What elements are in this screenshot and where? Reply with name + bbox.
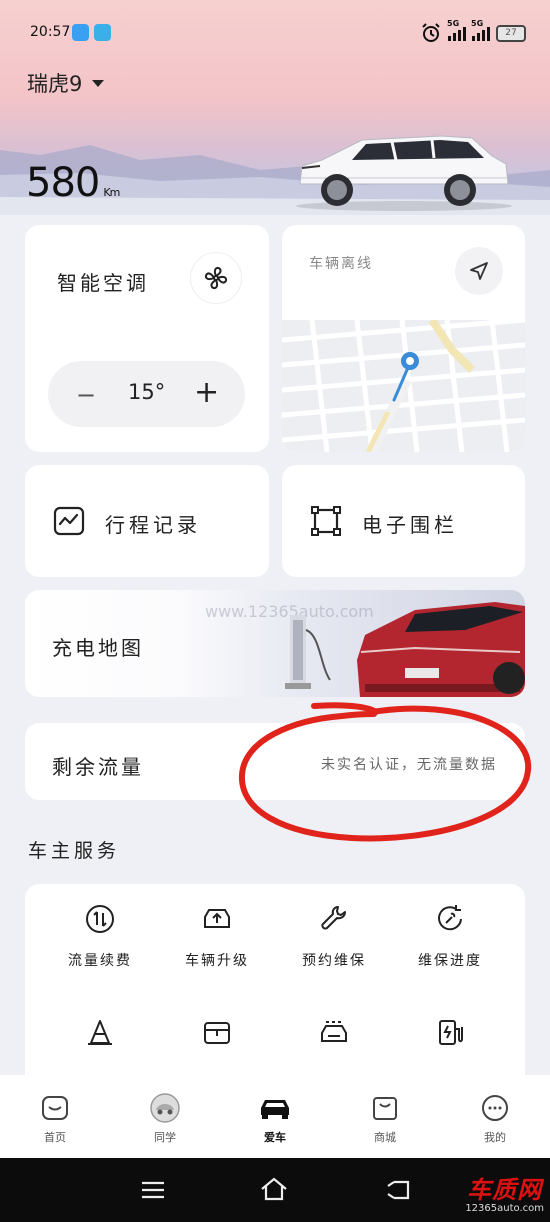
tab-label: 同学 [154, 1131, 176, 1144]
alarm-icon [422, 23, 440, 42]
bottom-tab-bar: 首页 同学 爱车 商城 我的 [0, 1075, 550, 1158]
remaining-data-label: 剩余流量 [52, 755, 144, 779]
charging-map-card[interactable]: 充电地图 www.12365auto.com [25, 590, 525, 697]
owner-services-title: 车主服务 [28, 840, 121, 862]
site-url-text: 12365auto.com [465, 1203, 544, 1214]
map-thumbnail [282, 320, 525, 452]
app-notification-icon [94, 24, 111, 41]
location-card[interactable]: 车辆离线 [282, 225, 525, 452]
system-navigation-bar: 车质网 12365auto.com [0, 1158, 550, 1222]
remaining-data-value: 未实名认证，无流量数据 [321, 757, 497, 773]
home-button-icon[interactable] [258, 1176, 290, 1202]
tab-label: 爱车 [264, 1131, 286, 1144]
climate-title: 智能空调 [57, 271, 149, 295]
cone-icon [88, 1020, 112, 1045]
car-wash-icon [321, 1021, 347, 1042]
signal-icon: 5G [447, 19, 466, 41]
tab-label: 我的 [484, 1131, 506, 1144]
temp-decrease-button[interactable]: − [76, 381, 96, 409]
vehicle-name: 瑞虎9 [27, 72, 83, 96]
tab-my-car[interactable]: 爱车 [235, 1091, 315, 1145]
service-car-upgrade[interactable]: 车辆升级 [158, 902, 276, 970]
service-label: 预约维保 [302, 953, 366, 969]
service-item-7[interactable] [275, 1016, 393, 1064]
network-type: 5G [447, 19, 460, 28]
vehicle-image [296, 135, 512, 211]
tab-label: 商城 [374, 1131, 396, 1144]
shop-icon [373, 1097, 397, 1120]
progress-icon [438, 905, 462, 931]
service-item-5[interactable] [41, 1016, 159, 1064]
service-label: 维保进度 [418, 953, 482, 969]
geofence-icon [311, 506, 341, 536]
profile-icon [482, 1095, 508, 1121]
fan-button[interactable] [190, 252, 242, 304]
service-label: 流量续费 [68, 953, 132, 969]
fan-icon [204, 266, 228, 290]
trip-chart-icon [53, 506, 85, 536]
signal-icon-2: 5G [471, 19, 490, 41]
status-bar: 20:57 5G 5G 27 [30, 19, 526, 46]
range-value: 580 [26, 160, 100, 206]
menu-icon[interactable] [140, 1180, 166, 1200]
site-logo-text: 车质网 [467, 1176, 543, 1204]
network-type-2: 5G [471, 19, 484, 28]
car-icon [261, 1100, 289, 1119]
navigate-button[interactable] [455, 247, 503, 295]
geofence-card[interactable]: 电子围栏 [282, 465, 525, 577]
range-unit: Km [103, 186, 120, 199]
seat-icon [204, 1022, 230, 1044]
temp-increase-button[interactable]: + [194, 375, 219, 410]
service-item-8[interactable] [391, 1016, 509, 1064]
service-label: 车辆升级 [185, 953, 249, 969]
charging-map-label: 充电地图 [52, 636, 144, 660]
charging-promo-image [285, 602, 525, 697]
tab-label: 首页 [44, 1131, 66, 1144]
remaining-data-card[interactable]: 剩余流量 未实名认证，无流量数据 [25, 723, 525, 800]
chat-app-icon [72, 24, 89, 41]
battery-icon: 27 [496, 24, 526, 42]
chevron-down-icon [92, 79, 105, 87]
tab-community[interactable]: 同学 [125, 1091, 205, 1145]
temperature-control: − 15° + [48, 361, 245, 427]
site-watermark-logo: 车质网 12365auto.com [465, 1170, 544, 1214]
geofence-label: 电子围栏 [362, 513, 458, 537]
service-item-6[interactable] [158, 1016, 276, 1064]
trip-record-card[interactable]: 行程记录 [25, 465, 269, 577]
charger-icon [439, 1020, 463, 1045]
range-readout: 580 Km [26, 160, 120, 206]
hero-header: 20:57 5G 5G 27 瑞虎9 580 Km [0, 0, 550, 215]
car-upgrade-icon [204, 909, 230, 928]
home-icon [42, 1096, 68, 1120]
clock: 20:57 [30, 24, 71, 40]
owner-services-grid: 流量续费 车辆升级 预约维保 维保进度 [25, 884, 525, 1094]
back-icon[interactable] [384, 1178, 412, 1202]
vehicle-selector[interactable]: 瑞虎9 [27, 68, 105, 98]
trip-record-label: 行程记录 [105, 513, 201, 537]
data-renew-icon [86, 905, 114, 933]
service-maintenance-booking[interactable]: 预约维保 [275, 902, 393, 970]
tab-profile[interactable]: 我的 [455, 1091, 535, 1145]
temperature-value: 15° [128, 380, 166, 404]
tab-home[interactable]: 首页 [15, 1091, 95, 1145]
service-data-renew[interactable]: 流量续费 [41, 902, 159, 970]
wrench-icon [321, 906, 346, 930]
community-icon [150, 1093, 180, 1123]
navigation-arrow-icon [470, 262, 488, 280]
tab-shop[interactable]: 商城 [345, 1091, 425, 1145]
service-maintenance-progress[interactable]: 维保进度 [391, 902, 509, 970]
vehicle-status-text: 车辆离线 [309, 256, 373, 272]
